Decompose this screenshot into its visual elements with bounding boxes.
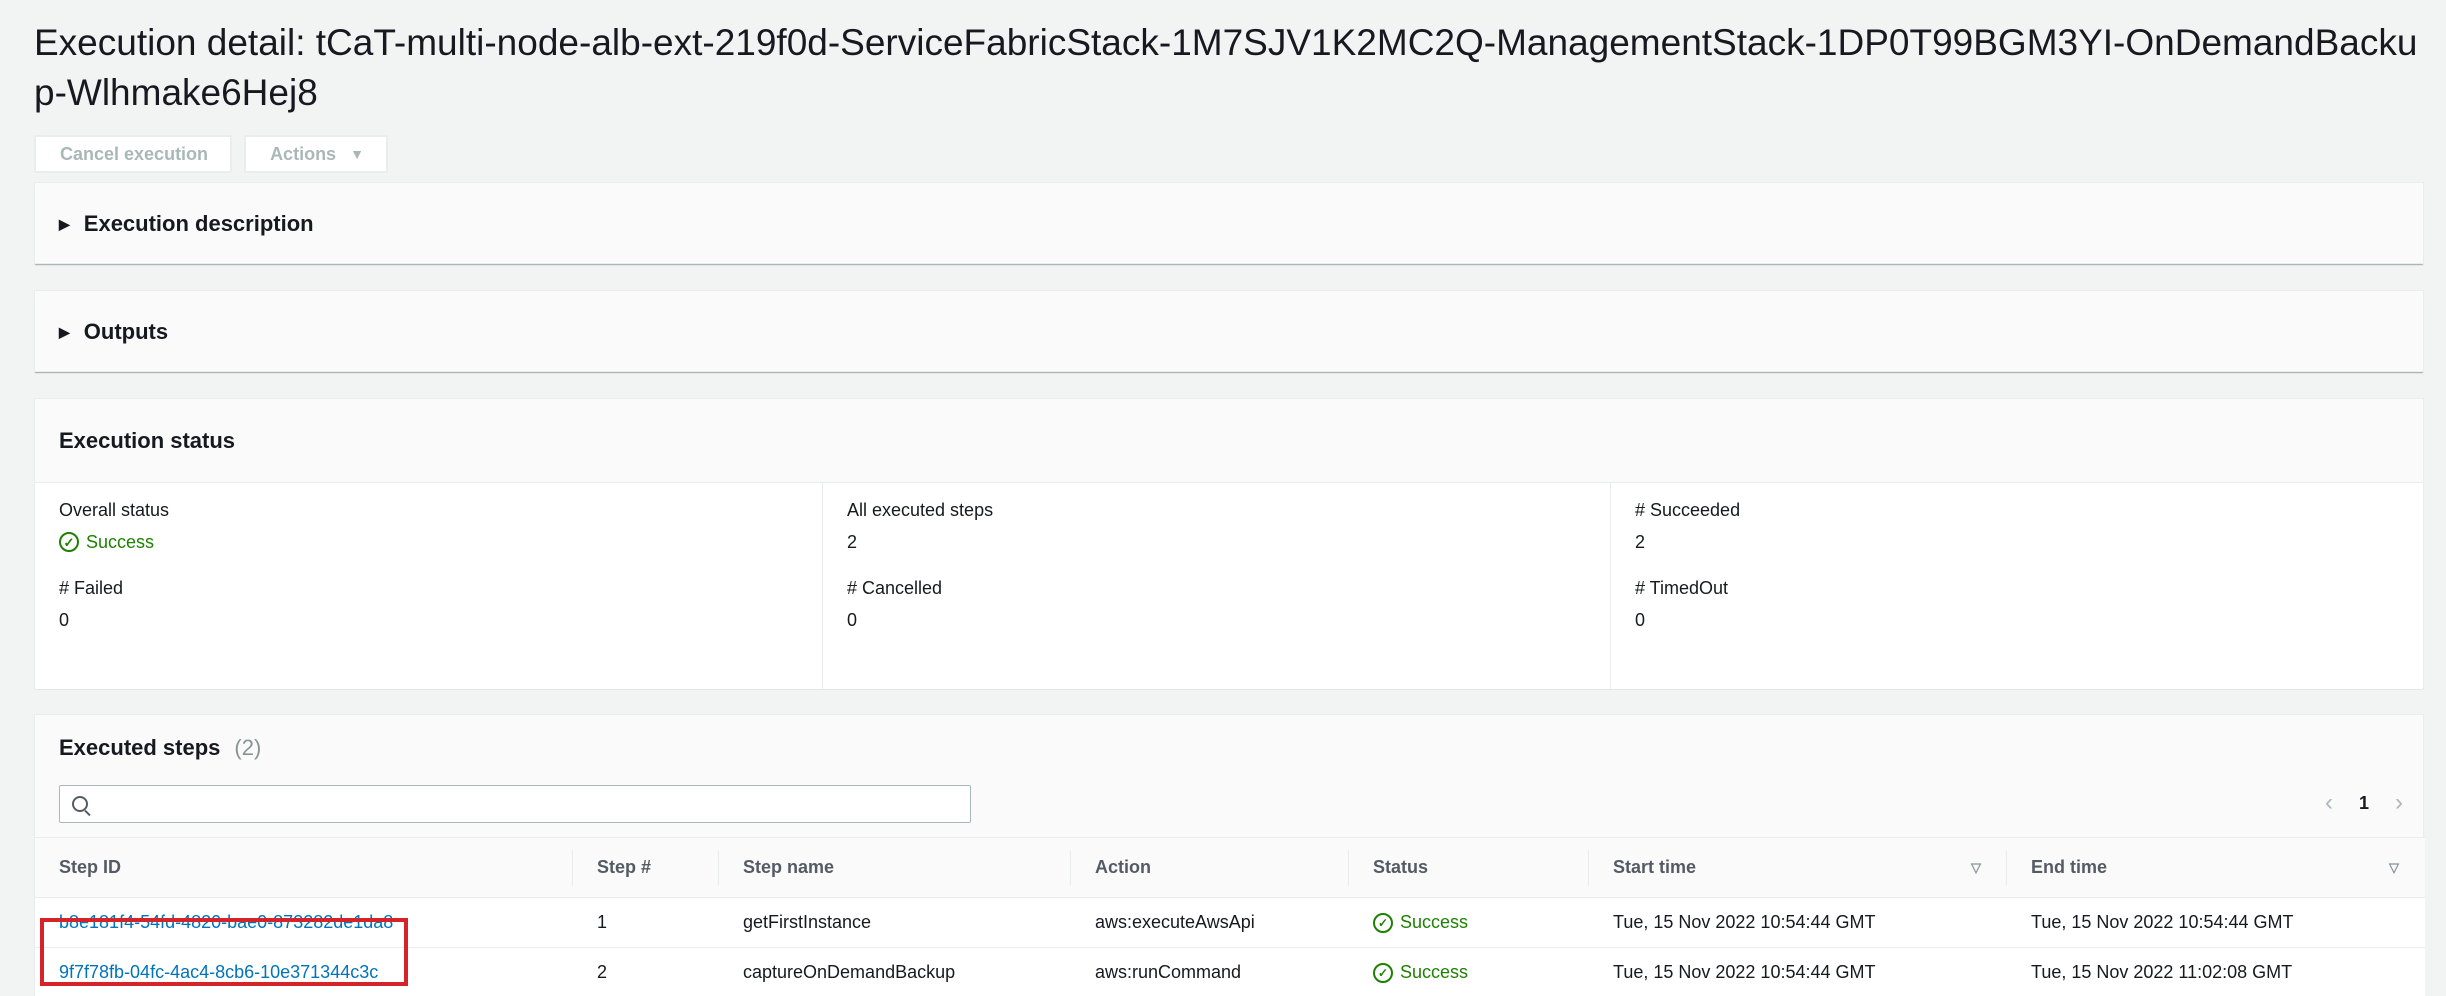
column-header-step-number[interactable]: Step # <box>573 838 719 898</box>
cancelled-item: # Cancelled 0 <box>847 577 1586 631</box>
timedout-item: # TimedOut 0 <box>1635 577 2401 631</box>
steps-search-input[interactable] <box>96 793 970 815</box>
success-check-icon: ✓ <box>1373 963 1393 984</box>
start-time-cell: Tue, 15 Nov 2022 10:54:44 GMT <box>1589 897 2007 948</box>
table-row: b8e181f4-54fd-4820-bae0-873282de1da8 1 g… <box>35 897 2425 948</box>
steps-search-box[interactable] <box>59 785 971 823</box>
column-header-action[interactable]: Action <box>1071 838 1349 898</box>
search-icon <box>72 796 88 812</box>
action-cell: aws:executeAwsApi <box>1071 897 1349 948</box>
all-steps-label: All executed steps <box>847 500 994 520</box>
previous-page-icon[interactable]: ‹ <box>2325 789 2333 817</box>
current-page-number[interactable]: 1 <box>2359 793 2369 814</box>
execution-detail-page: Execution detail: tCaT-multi-node-alb-ex… <box>34 18 2424 173</box>
sort-caret-icon[interactable]: ▽ <box>1971 860 1981 876</box>
executed-steps-header: Executed steps (2) ‹ 1 › <box>35 715 2423 837</box>
status-column-2: All executed steps 2 # Cancelled 0 <box>823 483 1611 689</box>
all-steps-value: 2 <box>847 532 858 552</box>
start-time-cell: Tue, 15 Nov 2022 10:54:44 GMT <box>1589 947 2007 996</box>
failed-item: # Failed 0 <box>59 577 798 631</box>
execution-status-panel: Execution status Overall status ✓ Succes… <box>34 398 2424 689</box>
action-cell: aws:runCommand <box>1071 947 1349 996</box>
toolbar: Cancel execution Actions ▼ <box>34 135 2424 173</box>
outputs-toggle[interactable]: ▶ Outputs <box>35 291 2423 373</box>
success-check-icon: ✓ <box>59 532 79 552</box>
status-cell: ✓ Success <box>1349 897 1589 948</box>
succeeded-item: # Succeeded 2 <box>1635 499 2401 553</box>
success-check-icon: ✓ <box>1373 913 1393 934</box>
step-number-cell: 1 <box>573 897 719 948</box>
execution-description-label: Execution description <box>83 211 314 236</box>
overall-status-value: ✓ Success <box>59 531 798 553</box>
execution-status-grid: Overall status ✓ Success # Failed 0 All … <box>35 483 2423 689</box>
column-header-step-id[interactable]: Step ID <box>35 838 573 898</box>
succeeded-value: 2 <box>1635 532 1646 552</box>
executed-steps-table: Step ID Step # Step name Action Status S… <box>35 837 2425 996</box>
status-cell: ✓ Success <box>1349 947 1589 996</box>
failed-label: # Failed <box>59 578 124 598</box>
execution-description-toggle[interactable]: ▶ Execution description <box>35 183 2423 265</box>
status-column-1: Overall status ✓ Success # Failed 0 <box>35 483 823 689</box>
column-header-status[interactable]: Status <box>1349 838 1589 898</box>
outputs-label: Outputs <box>83 319 169 344</box>
succeeded-label: # Succeeded <box>1635 500 1741 520</box>
executed-steps-title: Executed steps (2) <box>59 735 261 761</box>
all-steps-item: All executed steps 2 <box>847 499 1586 553</box>
overall-status-item: Overall status ✓ Success <box>59 499 798 553</box>
column-header-step-name[interactable]: Step name <box>719 838 1071 898</box>
actions-dropdown-button[interactable]: Actions ▼ <box>244 135 388 173</box>
column-header-end-time[interactable]: End time ▽ <box>2007 838 2425 898</box>
end-time-cell: Tue, 15 Nov 2022 11:02:08 GMT <box>2007 947 2425 996</box>
cancelled-value: 0 <box>847 610 858 630</box>
end-time-cell: Tue, 15 Nov 2022 10:54:44 GMT <box>2007 897 2425 948</box>
next-page-icon[interactable]: › <box>2395 789 2403 817</box>
overall-status-text: Success <box>86 532 155 552</box>
timedout-label: # TimedOut <box>1635 578 1729 598</box>
executed-steps-title-text: Executed steps <box>59 735 221 760</box>
failed-value: 0 <box>59 610 70 630</box>
column-header-start-time[interactable]: Start time ▽ <box>1589 838 2007 898</box>
execution-description-section: ▶ Execution description <box>34 182 2424 264</box>
executed-steps-panel: Executed steps (2) ‹ 1 › Step ID Step # S… <box>34 714 2425 996</box>
step-id-link[interactable]: 9f7f78fb-04fc-4ac4-8cb6-10e371344c3c <box>59 962 378 982</box>
cancel-execution-button[interactable]: Cancel execution <box>34 135 233 173</box>
overall-status-label: Overall status <box>59 500 170 520</box>
cancelled-label: # Cancelled <box>847 578 943 598</box>
caret-right-icon: ▶ <box>59 323 70 340</box>
caret-right-icon: ▶ <box>59 215 70 232</box>
timedout-value: 0 <box>1635 610 1646 630</box>
table-row: 9f7f78fb-04fc-4ac4-8cb6-10e371344c3c 2 c… <box>35 947 2425 996</box>
caret-down-icon: ▼ <box>350 146 364 162</box>
outputs-section: ▶ Outputs <box>34 290 2424 372</box>
executed-steps-count: (2) <box>234 735 262 760</box>
actions-label: Actions <box>270 143 337 164</box>
step-id-link[interactable]: b8e181f4-54fd-4820-bae0-873282de1da8 <box>59 912 393 932</box>
step-name-cell: getFirstInstance <box>719 897 1071 948</box>
step-number-cell: 2 <box>573 947 719 996</box>
sort-caret-icon[interactable]: ▽ <box>2389 860 2399 876</box>
page-title: Execution detail: tCaT-multi-node-alb-ex… <box>34 22 2418 113</box>
execution-status-title: Execution status <box>35 399 2423 483</box>
table-header-row: Step ID Step # Step name Action Status S… <box>35 837 2425 898</box>
step-name-cell: captureOnDemandBackup <box>719 947 1071 996</box>
pagination: ‹ 1 › <box>2325 789 2403 817</box>
status-column-3: # Succeeded 2 # TimedOut 0 <box>1611 483 2425 689</box>
